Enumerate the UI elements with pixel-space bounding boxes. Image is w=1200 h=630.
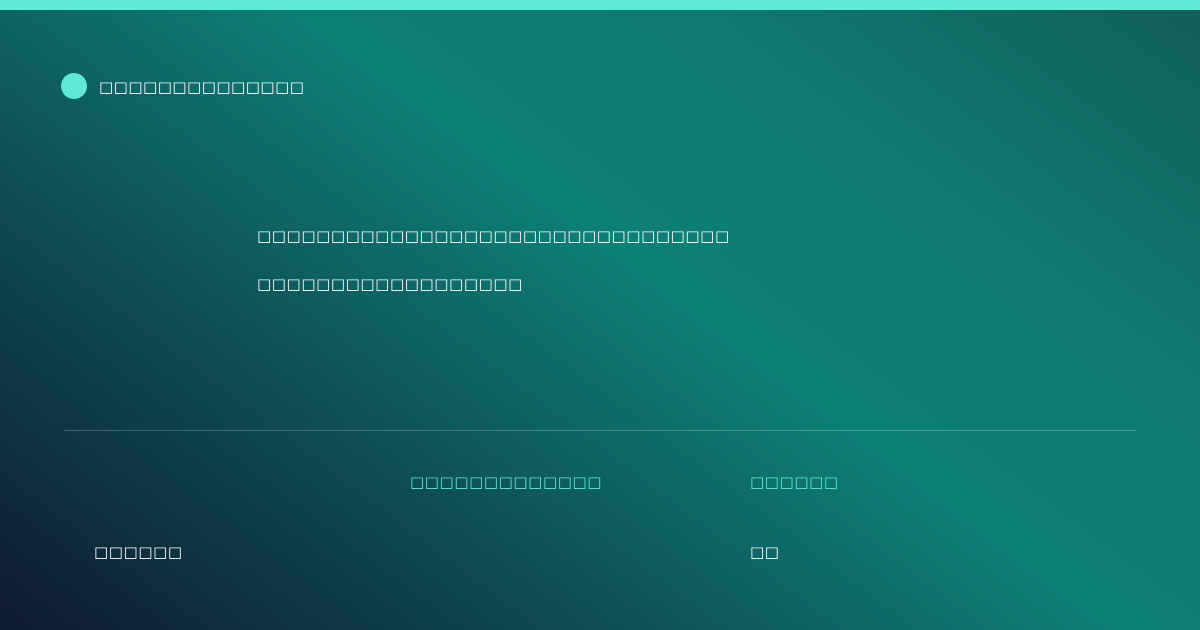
- meta-left-label: □□□□□□□□□□□□□: [410, 473, 603, 491]
- brand-name: □□□□□□□□□□□□□□: [99, 78, 305, 96]
- headline-line-2: □□□□□□□□□□□□□□□□□□: [257, 275, 523, 293]
- meta-right-label: □□□□□□: [750, 473, 839, 491]
- divider: [64, 430, 1136, 431]
- top-accent-bar: [0, 0, 1200, 10]
- meta-left-value: □□□□□□: [94, 543, 183, 561]
- headline-line-1: □□□□□□□□□□□□□□□□□□□□□□□□□□□□□□□□: [257, 227, 730, 245]
- brand-dot-icon: [61, 73, 87, 99]
- headline: □□□□□□□□□□□□□□□□□□□□□□□□□□□□□□□□ □□□□□□□…: [94, 212, 730, 308]
- meta-right-value: □□: [750, 543, 780, 561]
